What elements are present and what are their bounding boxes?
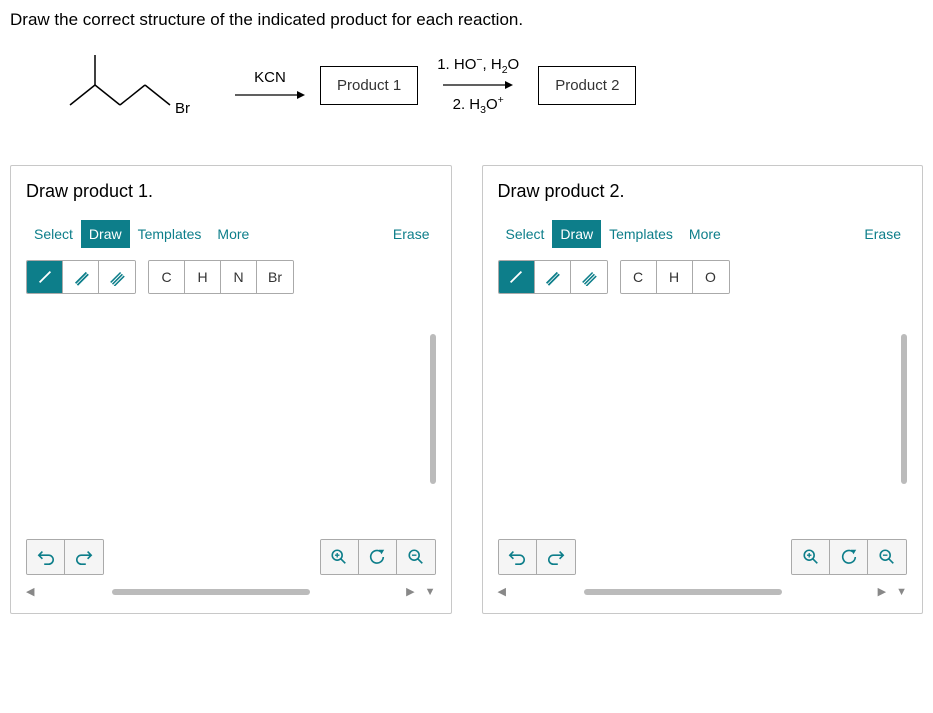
single-bond-tool[interactable] bbox=[27, 261, 63, 293]
t: O bbox=[508, 56, 520, 73]
reagent-molecule: Br bbox=[50, 45, 220, 125]
horizontal-scrollbar[interactable] bbox=[512, 589, 872, 595]
panel-1-tabs: Select Draw Templates More bbox=[26, 220, 257, 248]
redo-button[interactable] bbox=[537, 540, 575, 574]
element-c[interactable]: C bbox=[149, 261, 185, 293]
scroll-down-icon[interactable]: ▼ bbox=[425, 586, 436, 598]
element-o[interactable]: O bbox=[693, 261, 729, 293]
tab-more[interactable]: More bbox=[681, 220, 729, 248]
triple-bond-tool[interactable] bbox=[99, 261, 135, 293]
triple-bond-tool[interactable] bbox=[571, 261, 607, 293]
t: , H bbox=[483, 56, 502, 73]
element-n[interactable]: N bbox=[221, 261, 257, 293]
zoom-in-button[interactable] bbox=[792, 540, 830, 574]
zoom-out-button[interactable] bbox=[868, 540, 906, 574]
zoom-group bbox=[320, 539, 436, 575]
tab-draw[interactable]: Draw bbox=[552, 220, 601, 248]
undo-redo-group bbox=[26, 539, 104, 575]
drawing-canvas-1[interactable] bbox=[26, 304, 436, 534]
panel-2-tabs: Select Draw Templates More bbox=[498, 220, 729, 248]
bond-tool-group bbox=[498, 260, 608, 294]
horizontal-scrollbar[interactable] bbox=[40, 589, 400, 595]
vertical-scrollbar[interactable] bbox=[430, 334, 436, 484]
step2-line2: 2. H3O+ bbox=[453, 94, 504, 116]
drawing-canvas-2[interactable] bbox=[498, 304, 908, 534]
zoom-out-button[interactable] bbox=[397, 540, 435, 574]
tab-templates[interactable]: Templates bbox=[130, 220, 210, 248]
element-br[interactable]: Br bbox=[257, 261, 293, 293]
element-tool-group-1: C H N Br bbox=[148, 260, 294, 294]
element-h[interactable]: H bbox=[185, 261, 221, 293]
arrow-2-line bbox=[433, 78, 523, 92]
t: 1. HO bbox=[437, 56, 476, 73]
element-c[interactable]: C bbox=[621, 261, 657, 293]
tab-more[interactable]: More bbox=[209, 220, 257, 248]
erase-button[interactable]: Erase bbox=[858, 222, 907, 246]
t: O bbox=[486, 96, 498, 113]
tab-select[interactable]: Select bbox=[26, 220, 81, 248]
undo-redo-group bbox=[498, 539, 576, 575]
element-h[interactable]: H bbox=[657, 261, 693, 293]
element-tool-group-2: C H O bbox=[620, 260, 730, 294]
step2-line1: 1. HO−, H2O bbox=[437, 54, 519, 76]
scroll-right-icon[interactable]: ▶ bbox=[878, 585, 886, 598]
zoom-reset-button[interactable] bbox=[830, 540, 868, 574]
tab-draw[interactable]: Draw bbox=[81, 220, 130, 248]
drawing-panel-2: Draw product 2. Select Draw Templates Mo… bbox=[482, 165, 924, 614]
vertical-scrollbar[interactable] bbox=[901, 334, 907, 484]
scroll-left-icon[interactable]: ◀ bbox=[498, 585, 506, 598]
tab-select[interactable]: Select bbox=[498, 220, 553, 248]
arrow-1: KCN bbox=[235, 69, 305, 102]
scroll-left-icon[interactable]: ◀ bbox=[26, 585, 34, 598]
instruction-text: Draw the correct structure of the indica… bbox=[10, 10, 923, 30]
scroll-down-icon[interactable]: ▼ bbox=[896, 586, 907, 598]
arrow-1-line bbox=[235, 88, 305, 102]
product-2-box: Product 2 bbox=[538, 66, 636, 105]
single-bond-tool[interactable] bbox=[499, 261, 535, 293]
double-bond-tool[interactable] bbox=[535, 261, 571, 293]
reagent-kcn: KCN bbox=[254, 69, 286, 86]
zoom-in-button[interactable] bbox=[321, 540, 359, 574]
br-label: Br bbox=[175, 100, 190, 117]
erase-button[interactable]: Erase bbox=[387, 222, 436, 246]
tab-templates[interactable]: Templates bbox=[601, 220, 681, 248]
double-bond-tool[interactable] bbox=[63, 261, 99, 293]
drawing-panel-1: Draw product 1. Select Draw Templates Mo… bbox=[10, 165, 452, 614]
panel-2-title: Draw product 2. bbox=[498, 181, 908, 202]
t: 2. H bbox=[453, 96, 481, 113]
panel-1-title: Draw product 1. bbox=[26, 181, 436, 202]
t: + bbox=[498, 94, 504, 106]
redo-button[interactable] bbox=[65, 540, 103, 574]
zoom-group bbox=[791, 539, 907, 575]
bond-tool-group bbox=[26, 260, 136, 294]
reaction-scheme: Br KCN Product 1 1. HO−, H2O 2. H3O+ Pro… bbox=[50, 45, 923, 125]
zoom-reset-button[interactable] bbox=[359, 540, 397, 574]
undo-button[interactable] bbox=[499, 540, 537, 574]
arrow-2: 1. HO−, H2O 2. H3O+ bbox=[433, 54, 523, 116]
product-1-box: Product 1 bbox=[320, 66, 418, 105]
undo-button[interactable] bbox=[27, 540, 65, 574]
scroll-right-icon[interactable]: ▶ bbox=[406, 585, 414, 598]
